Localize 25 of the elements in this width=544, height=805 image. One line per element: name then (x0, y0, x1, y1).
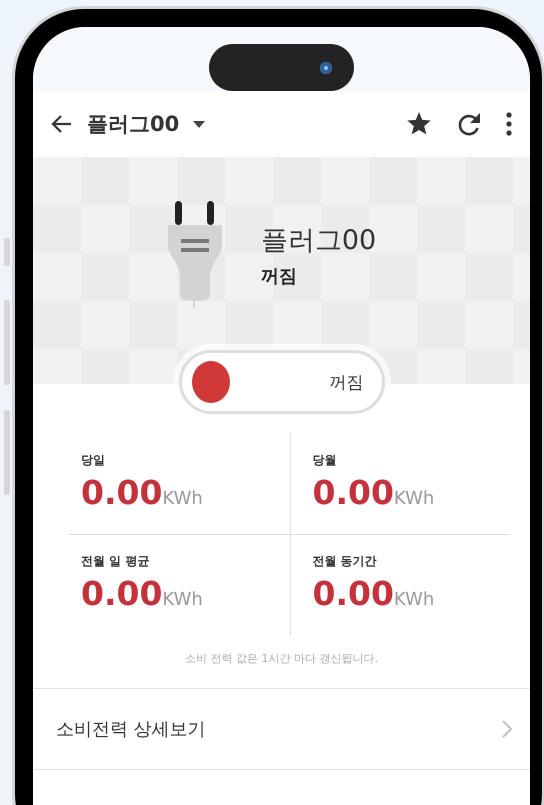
stat-unit: KWh (162, 488, 203, 509)
stat-value: 0.00 (312, 574, 394, 613)
stat-unit: KWh (162, 589, 203, 610)
menu-row[interactable]: 소비전력 상세보기 (33, 688, 530, 770)
menu-label: 소비전력 상세보기 (56, 718, 206, 741)
app-title[interactable]: 플러그00 (87, 110, 180, 138)
back-button[interactable] (51, 114, 73, 134)
stat-unit: KWh (394, 589, 434, 610)
stat-label: 당월 (312, 452, 338, 469)
more-icon[interactable] (506, 112, 512, 136)
caret-icon[interactable] (193, 120, 206, 128)
stat-value: 0.00 (312, 473, 394, 512)
refresh-icon[interactable] (456, 111, 482, 137)
stat-value: 0.00 (81, 473, 162, 512)
stat-label: 전월 일 평균 (81, 553, 150, 570)
stat-label: 전월 동기간 (312, 553, 378, 570)
device-name: 플러그00 (260, 224, 376, 258)
stat-label: 당일 (81, 452, 106, 469)
device-status: 꺼짐 (260, 265, 298, 288)
plug-icon (166, 201, 223, 309)
star-icon[interactable] (406, 112, 432, 136)
update-note: 소비 전력 값은 1시간 마다 갱신됩니다. (184, 651, 379, 666)
stat-value: 0.00 (81, 574, 162, 613)
stat-unit: KWh (394, 488, 434, 509)
chevron-icon (502, 720, 512, 738)
